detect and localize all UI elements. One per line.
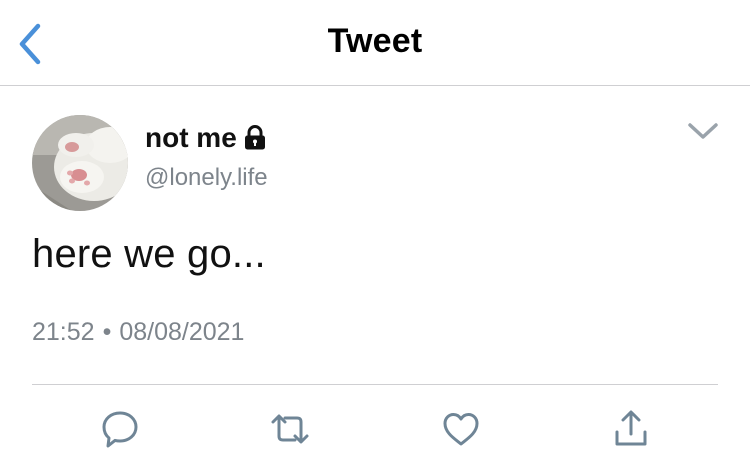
heart-icon: [443, 413, 479, 446]
avatar[interactable]: [32, 115, 128, 211]
reply-icon: [102, 411, 138, 448]
share-button[interactable]: [611, 408, 651, 450]
navigation-header: Tweet: [0, 0, 750, 86]
share-icon: [615, 410, 647, 446]
tweet-time: 21:52: [32, 318, 95, 346]
author-name-row[interactable]: not me: [145, 120, 267, 156]
timestamp-separator: •: [102, 318, 112, 346]
tweet-menu-button[interactable]: [686, 119, 720, 143]
chevron-down-icon: [688, 123, 718, 139]
tweet-date: 08/08/2021: [119, 318, 245, 346]
tweet-timestamp: 21:52 • 08/08/2021: [32, 318, 244, 347]
lock-icon: [243, 125, 267, 151]
avatar-image: [32, 115, 128, 211]
retweet-icon: [271, 414, 309, 444]
page-title: Tweet: [327, 22, 423, 60]
like-button[interactable]: [441, 408, 481, 450]
author-handle[interactable]: @lonely.life: [145, 164, 268, 192]
divider: [32, 384, 718, 385]
reply-button[interactable]: [100, 408, 140, 450]
tweet-text: here we go...: [32, 232, 266, 276]
author-display-name[interactable]: not me: [145, 122, 237, 154]
retweet-button[interactable]: [270, 408, 310, 450]
